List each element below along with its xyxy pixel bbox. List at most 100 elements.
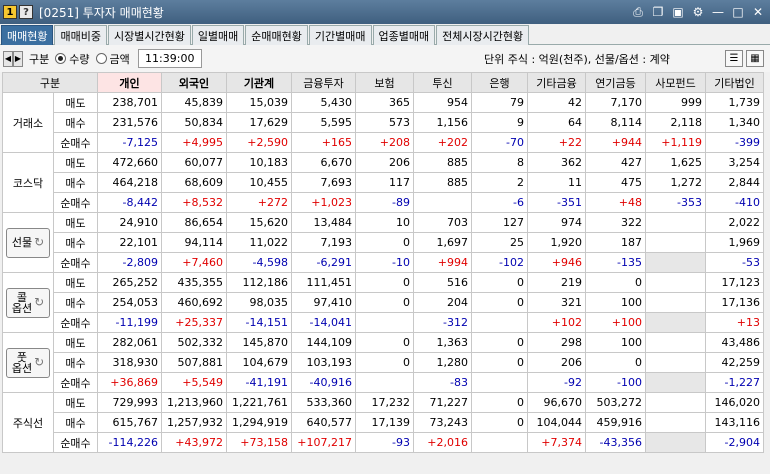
group-label-put-option[interactable]: 풋 옵션 ↻ [2, 332, 54, 393]
col-header-private-fund[interactable]: 사모펀드 [645, 72, 706, 93]
table-cell: 42,259 [705, 352, 764, 373]
radio-selected-icon [55, 53, 67, 64]
table-cell: +8,532 [161, 192, 227, 213]
group-button-put-option[interactable]: 풋 옵션 ↻ [6, 347, 50, 378]
table-cell [645, 292, 706, 313]
group-label-futures[interactable]: 선물 ↻ [2, 212, 54, 273]
tab-trading-status[interactable]: 매매현황 [1, 25, 54, 45]
table-cell: +946 [527, 252, 586, 273]
table-cell: 22,101 [97, 232, 162, 253]
table-cell: -92 [527, 372, 586, 393]
table-cell: 187 [585, 232, 646, 253]
table-cell: -351 [527, 192, 586, 213]
col-header-individual[interactable]: 개인 [97, 72, 162, 93]
radio-quantity[interactable]: 수량 [55, 51, 90, 67]
table-cell: 1,294,919 [226, 412, 292, 433]
table-cell: 0 [471, 292, 528, 313]
group-button-call-option[interactable]: 콜 옵션 ↻ [6, 287, 50, 318]
col-header-pension[interactable]: 연기금등 [585, 72, 646, 93]
net-buy-label: 순매수 [53, 372, 98, 393]
table-cell: 1,221,761 [226, 392, 292, 413]
next-icon[interactable]: ▶ [13, 50, 23, 67]
col-header-other-corp[interactable]: 기타법인 [705, 72, 764, 93]
table-cell: 729,993 [97, 392, 162, 413]
group-label-call-option[interactable]: 콜 옵션 ↻ [2, 272, 54, 333]
table-cell: 254,053 [97, 292, 162, 313]
table-cell: -7,125 [97, 132, 162, 153]
time-input[interactable]: 11:39:00 [137, 49, 202, 68]
table-cell: +208 [355, 132, 414, 153]
col-header-fin-invest[interactable]: 금융투자 [291, 72, 356, 93]
table-cell: -93 [355, 432, 414, 453]
col-header-trust[interactable]: 투신 [413, 72, 472, 93]
maximize-icon[interactable]: □ [730, 4, 746, 20]
table-cell: 64 [527, 112, 586, 133]
table-cell [413, 192, 472, 213]
screen-number-badge[interactable]: 1 [3, 5, 17, 19]
copy-icon[interactable]: ❐ [650, 4, 666, 20]
table-cell: -83 [413, 372, 472, 393]
table-cell: 999 [645, 92, 706, 113]
export-icon[interactable]: ▦ [746, 50, 764, 67]
table-cell: 1,156 [413, 112, 472, 133]
table-cell: 954 [413, 92, 472, 113]
table-cell: -40,916 [291, 372, 356, 393]
table-cell: 1,739 [705, 92, 764, 113]
link-icon[interactable]: ⎙ [630, 4, 646, 20]
minimize-icon[interactable]: — [710, 4, 726, 20]
table-cell: 533,360 [291, 392, 356, 413]
tab-period[interactable]: 기간별매매 [308, 25, 372, 45]
table-cell [355, 372, 414, 393]
table-cell: -41,191 [226, 372, 292, 393]
table-cell: 472,660 [97, 152, 162, 173]
tab-net-trading[interactable]: 순매매현황 [245, 25, 308, 45]
table-cell [355, 312, 414, 333]
tab-sector[interactable]: 업종별매매 [372, 25, 436, 45]
col-header-foreign[interactable]: 외국인 [161, 72, 227, 93]
table-cell: 43,486 [705, 332, 764, 353]
table-cell: 1,272 [645, 172, 706, 193]
table-cell: 100 [585, 332, 646, 353]
col-header-institution[interactable]: 기관계 [226, 72, 292, 93]
col-header-bank[interactable]: 은행 [471, 72, 528, 93]
table-cell: -8,442 [97, 192, 162, 213]
unit-label: 단위 주식 : 억원(천주), 선물/옵션 : 계약 [484, 52, 670, 66]
col-header-other-fin[interactable]: 기타금융 [527, 72, 586, 93]
group-button-futures[interactable]: 선물 ↻ [6, 227, 50, 258]
table-cell: 573 [355, 112, 414, 133]
tab-market-time[interactable]: 시장별시간현황 [107, 25, 191, 45]
table-cell: -2,809 [97, 252, 162, 273]
table-row: 주식선 매도 729,993 1,213,960 1,221,761 533,360 17,… [2, 392, 764, 453]
camera-icon[interactable]: ▣ [670, 4, 686, 20]
table-cell: -10 [355, 252, 414, 273]
table-cell: 703 [413, 212, 472, 233]
table-row: 콜 옵션 ↻ 매도 265,252 435,355 112,186 111,451 0 516 0 2… [2, 272, 764, 333]
table-cell: 7,170 [585, 92, 646, 113]
table-cell: +7,460 [161, 252, 227, 273]
table-cell: 3,254 [705, 152, 764, 173]
radio-amount[interactable]: 금액 [95, 51, 130, 67]
table-cell: -399 [705, 132, 764, 153]
table-cell: 11,022 [226, 232, 292, 253]
table-cell: -102 [471, 252, 528, 273]
sell-label: 매도 [53, 152, 98, 173]
net-buy-label: 순매수 [53, 132, 98, 153]
table-cell: 7,693 [291, 172, 356, 193]
table-cell: 321 [527, 292, 586, 313]
close-icon[interactable]: ✕ [750, 4, 766, 20]
col-header-insurance[interactable]: 보험 [355, 72, 414, 93]
tab-trading-ratio[interactable]: 매매비중 [54, 25, 107, 45]
table-cell: 17,139 [355, 412, 414, 433]
table-cell: 265,252 [97, 272, 162, 293]
table-cell: 460,692 [161, 292, 227, 313]
tab-daily[interactable]: 일별매매 [191, 25, 245, 45]
settings-icon[interactable]: ⚙ [690, 4, 706, 20]
prev-icon[interactable]: ◀ [3, 50, 13, 67]
list-view-icon[interactable]: ☰ [725, 50, 743, 67]
table-cell: 71,227 [413, 392, 472, 413]
table-cell: -11,199 [97, 312, 162, 333]
table-cell: 42 [527, 92, 586, 113]
table-cell: -89 [355, 192, 414, 213]
tab-all-market-time[interactable]: 전체시장시간현황 [436, 25, 530, 45]
help-badge[interactable]: ? [19, 5, 33, 19]
